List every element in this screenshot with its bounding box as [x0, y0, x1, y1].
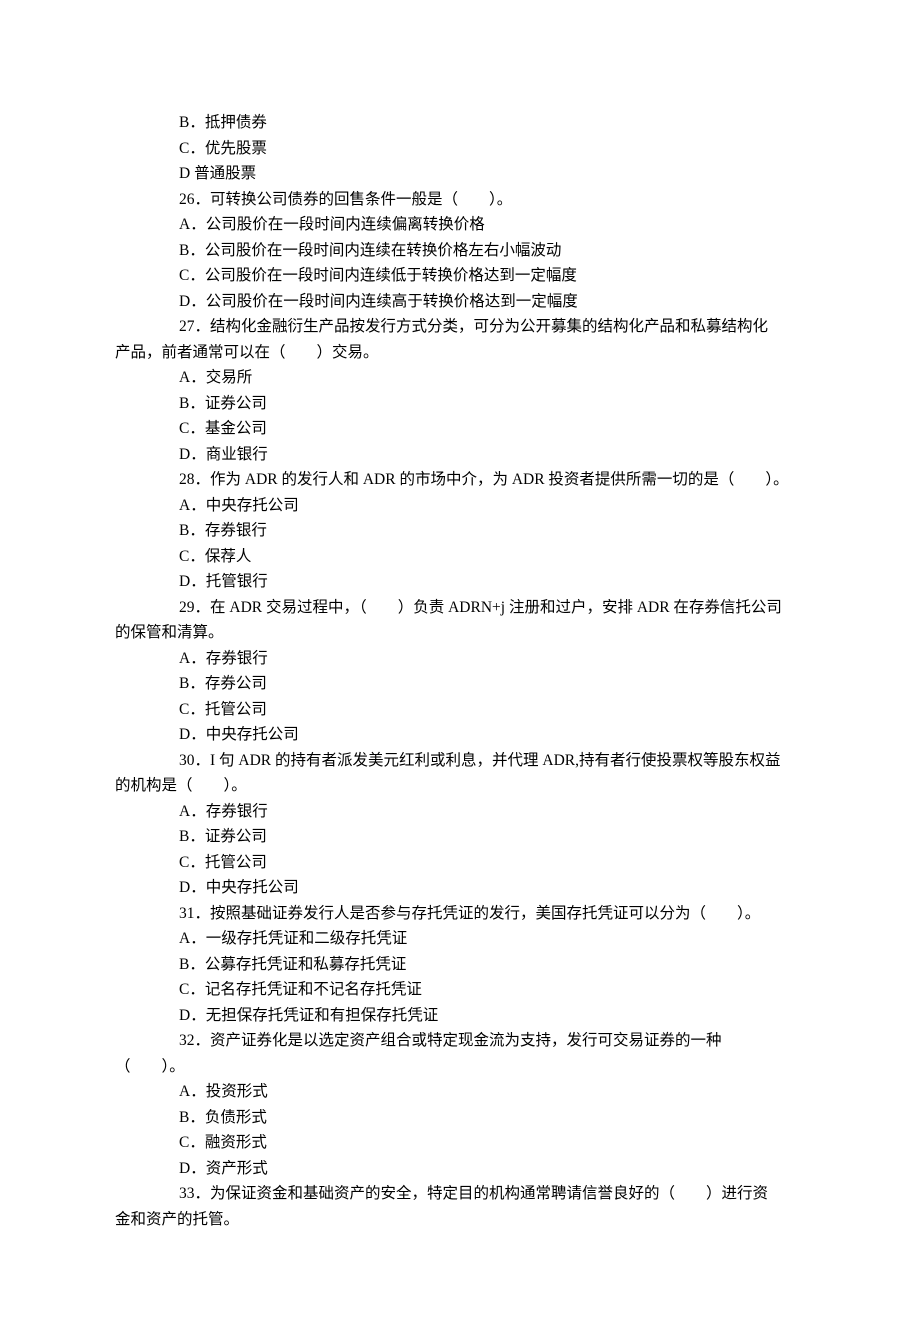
question-text: 33．为保证资金和基础资产的安全，特定目的机构通常聘请信誉良好的（ ）进行资: [115, 1181, 805, 1207]
option-text: B．负债形式: [115, 1105, 805, 1131]
option-text: C．保荐人: [115, 544, 805, 570]
option-text: C．融资形式: [115, 1130, 805, 1156]
continuation-text: 的保管和清算。: [115, 620, 805, 646]
continuation-text: 的机构是（ ）。: [115, 773, 805, 799]
option-text: A．公司股价在一段时间内连续偏离转换价格: [115, 212, 805, 238]
option-text: C．优先股票: [115, 136, 805, 162]
question-text: 28．作为 ADR 的发行人和 ADR 的市场中介，为 ADR 投资者提供所需一…: [115, 467, 805, 493]
option-text: B．公募存托凭证和私募存托凭证: [115, 952, 805, 978]
question-text: 27．结构化金融衍生产品按发行方式分类，可分为公开募集的结构化产品和私募结构化: [115, 314, 805, 340]
continuation-text: 金和资产的托管。: [115, 1207, 805, 1233]
option-text: D．资产形式: [115, 1156, 805, 1182]
option-text: A．中央存托公司: [115, 493, 805, 519]
option-text: C．基金公司: [115, 416, 805, 442]
option-text: B．存券银行: [115, 518, 805, 544]
question-text: 31．按照基础证券发行人是否参与存托凭证的发行，美国存托凭证可以分为（ ）。: [115, 901, 805, 927]
option-text: A．交易所: [115, 365, 805, 391]
option-text: D．托管银行: [115, 569, 805, 595]
question-text: 32．资产证券化是以选定资产组合或特定现金流为支持，发行可交易证券的一种: [115, 1028, 805, 1054]
question-text: 26．可转换公司债券的回售条件一般是（ ）。: [115, 187, 805, 213]
option-text: A．存券银行: [115, 646, 805, 672]
option-text: D．公司股价在一段时间内连续高于转换价格达到一定幅度: [115, 289, 805, 315]
text-body: B．抵押债券C．优先股票D 普通股票26．可转换公司债券的回售条件一般是（ ）。…: [115, 110, 805, 1232]
option-text: A．存券银行: [115, 799, 805, 825]
question-text: 29．在 ADR 交易过程中，（ ）负责 ADRN+j 注册和过户，安排 ADR…: [115, 595, 805, 621]
option-text: A．一级存托凭证和二级存托凭证: [115, 926, 805, 952]
option-text: D 普通股票: [115, 161, 805, 187]
option-text: C．托管公司: [115, 850, 805, 876]
option-text: B．抵押债券: [115, 110, 805, 136]
question-text: 30．I 句 ADR 的持有者派发美元红利或利息，并代理 ADR,持有者行使投票…: [115, 748, 805, 774]
option-text: D．中央存托公司: [115, 722, 805, 748]
continuation-text: 产品，前者通常可以在（ ）交易。: [115, 340, 805, 366]
option-text: B．存券公司: [115, 671, 805, 697]
continuation-text: （ ）。: [115, 1054, 805, 1080]
document-page: B．抵押债券C．优先股票D 普通股票26．可转换公司债券的回售条件一般是（ ）。…: [0, 0, 920, 1342]
option-text: C．记名存托凭证和不记名存托凭证: [115, 977, 805, 1003]
option-text: B．证券公司: [115, 391, 805, 417]
option-text: C．公司股价在一段时间内连续低于转换价格达到一定幅度: [115, 263, 805, 289]
option-text: B．公司股价在一段时间内连续在转换价格左右小幅波动: [115, 238, 805, 264]
option-text: D．商业银行: [115, 442, 805, 468]
option-text: D．中央存托公司: [115, 875, 805, 901]
option-text: C．托管公司: [115, 697, 805, 723]
option-text: B．证券公司: [115, 824, 805, 850]
option-text: D．无担保存托凭证和有担保存托凭证: [115, 1003, 805, 1029]
option-text: A．投资形式: [115, 1079, 805, 1105]
